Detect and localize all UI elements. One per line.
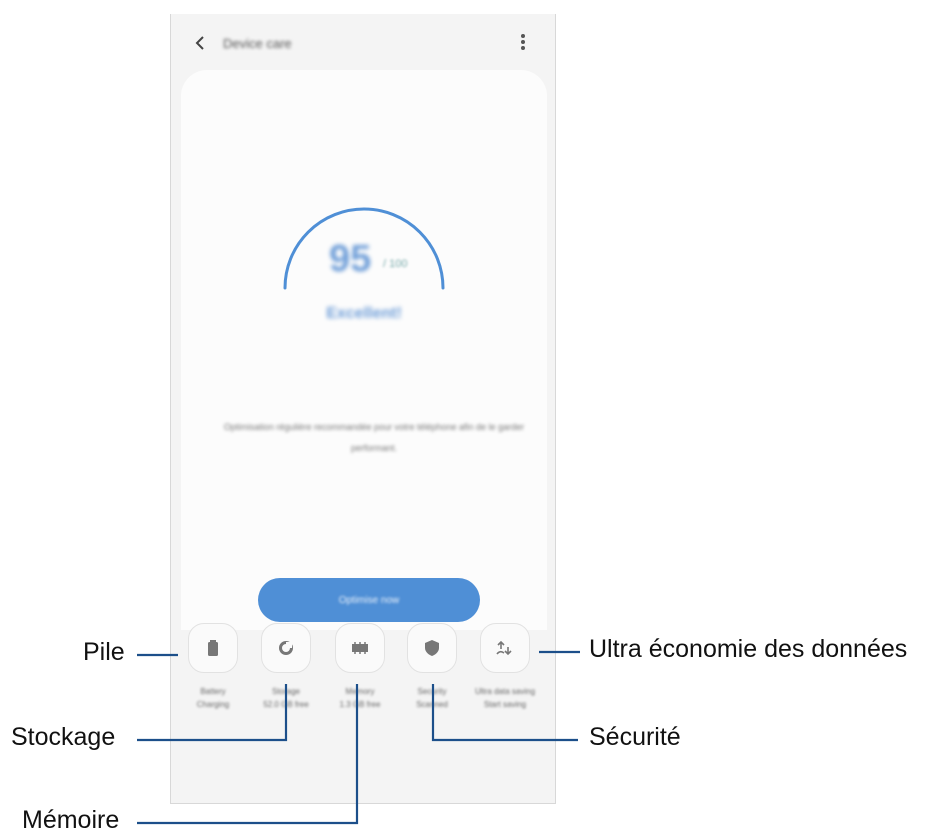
callout-securite: Sécurité (589, 723, 681, 751)
callout-stockage: Stockage (11, 723, 116, 751)
callout-lines (137, 650, 580, 825)
callout-pile: Pile (83, 638, 125, 666)
callout-ultra: Ultra économie des données (589, 635, 908, 663)
callout-memoire: Mémoire (22, 806, 120, 834)
